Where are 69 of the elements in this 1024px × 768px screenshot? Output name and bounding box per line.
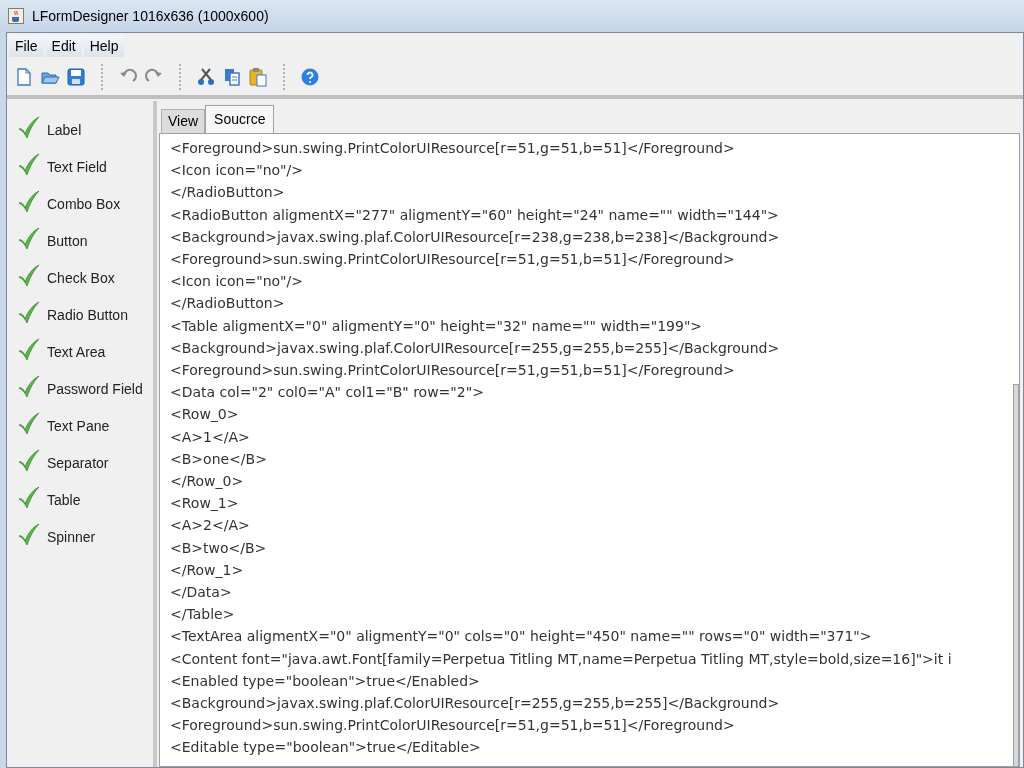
source-line: </Row_1> [170, 560, 244, 580]
window-title: LFormDesigner 1016x636 (1000x600) [32, 6, 269, 26]
checkmark-icon [17, 522, 41, 547]
save-icon [66, 67, 86, 87]
palette-item[interactable]: Table [7, 479, 153, 516]
palette-item[interactable]: Separator [7, 442, 153, 479]
source-line: <Content font="java.awt.Font[family=Perpetua Titling MT,name=Perpetua Titling MT,style=bold,size=16]">it i [170, 649, 952, 669]
source-line: <Editable type="boolean">true</Editable> [170, 738, 481, 758]
source-line: <RadioButton aligmentX="277" aligmentY="60" height="24" name="" width="144"> [170, 205, 779, 225]
checkmark-icon [17, 189, 41, 214]
tab[interactable]: View [161, 109, 206, 133]
menu-item[interactable]: Edit [45, 35, 82, 57]
source-text-area[interactable] [159, 133, 1020, 767]
source-line: </RadioButton> [170, 183, 285, 203]
palette-item[interactable]: Spinner [7, 516, 153, 553]
java-cup-icon [8, 8, 24, 24]
scrollbar-thumb[interactable] [1013, 384, 1019, 766]
source-line: <Background>javax.swing.plaf.ColorUIResource[r=255,g=255,b=255]</Background> [170, 338, 780, 358]
source-line: <A>1</A> [170, 427, 250, 447]
source-line: </RadioButton> [170, 294, 285, 314]
checkmark-icon [17, 448, 41, 473]
palette-item[interactable]: Check Box [7, 257, 153, 294]
checkmark-icon [17, 337, 41, 362]
palette-item[interactable]: Radio Button [7, 294, 153, 331]
checkmark-icon [17, 152, 41, 177]
palette-item[interactable]: Text Field [7, 146, 153, 183]
source-line: </Row_0> [170, 472, 244, 492]
palette-item[interactable]: Combo Box [7, 183, 153, 220]
copy-icon [222, 67, 242, 87]
source-line: <Data col="2" col0="A" col1="B" row="2"> [170, 383, 484, 403]
source-line: <Icon icon="no"/> [170, 161, 303, 181]
tab[interactable]: Soucrce [205, 105, 275, 133]
source-line: <Icon icon="no"/> [170, 272, 303, 292]
source-line: <Background>javax.swing.plaf.ColorUIResource[r=255,g=255,b=255]</Background> [170, 694, 780, 714]
checkmark-icon [17, 411, 41, 436]
checkmark-icon [17, 115, 41, 140]
source-line: <Foreground>sun.swing.PrintColorUIResource[r=51,g=51,b=51]</Foreground> [170, 716, 735, 736]
source-line: <Table aligmentX="0" aligmentY="0" height="32" name="" width="199"> [170, 316, 703, 336]
source-line: <A>2</A> [170, 516, 250, 536]
source-line: <Row_1> [170, 494, 239, 514]
menu-item[interactable]: Help [83, 35, 125, 57]
palette-item[interactable]: Password Field [7, 368, 153, 405]
clipboard-icon [248, 67, 268, 87]
new-file-icon [14, 67, 34, 87]
source-line: <B>one</B> [170, 449, 267, 469]
menu-item[interactable]: File [9, 35, 44, 57]
source-line: <Row_0> [170, 405, 239, 425]
palette-item[interactable]: Text Pane [7, 405, 153, 442]
source-line: <Foreground>sun.swing.PrintColorUIResource[r=51,g=51,b=51]</Foreground> [170, 250, 735, 269]
scissors-icon [196, 67, 216, 87]
source-line: <Enabled type="boolean">true</Enabled> [170, 671, 480, 691]
checkmark-icon [17, 300, 41, 325]
source-line: <Background>javax.swing.plaf.ColorUIResource[r=238,g=238,b=238]</Background> [170, 227, 780, 247]
palette-item[interactable]: Text Area [7, 331, 153, 368]
source-line: </Data> [170, 583, 232, 603]
source-line: <Foreground>sun.swing.PrintColorUIResource[r=51,g=51,b=51]</Foreground> [170, 139, 735, 158]
source-line: <Foreground>sun.swing.PrintColorUIResource[r=51,g=51,b=51]</Foreground> [170, 361, 735, 381]
palette-item[interactable]: Button [7, 220, 153, 257]
palette-item[interactable]: Label [7, 109, 153, 146]
source-line: </Table> [170, 605, 235, 625]
paste-button[interactable] [247, 65, 269, 89]
source-line: <TextArea aligmentX="0" aligmentY="0" cols="0" height="450" name="" rows="0" width="371"> [170, 627, 872, 647]
source-line: <B>two</B> [170, 538, 267, 558]
checkmark-icon [17, 226, 41, 251]
checkmark-icon [17, 485, 41, 510]
checkmark-icon [17, 374, 41, 399]
checkmark-icon [17, 263, 41, 288]
save-button[interactable] [65, 65, 87, 89]
help-icon [300, 67, 320, 87]
